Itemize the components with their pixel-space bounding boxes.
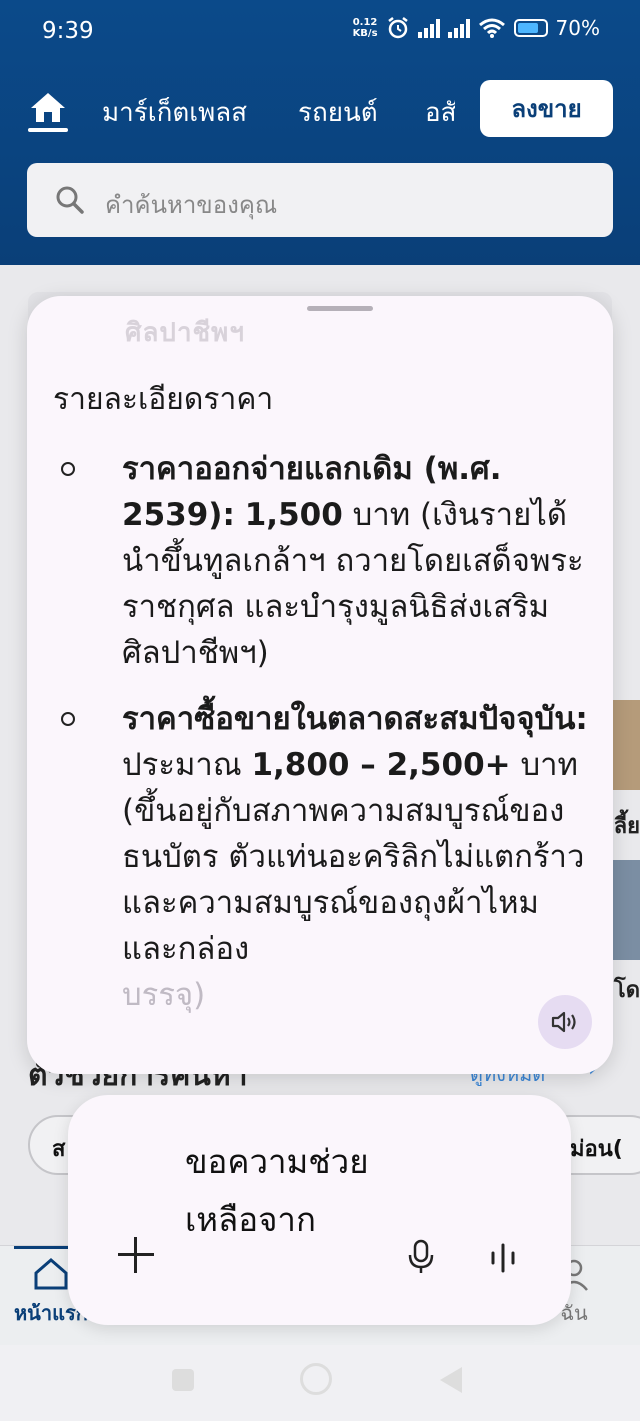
price-item: ราคาออกจ่ายแลกเดิม (พ.ศ. 2539): 1,500 บา… [122, 451, 584, 671]
status-bar: 9:39 0.12 KB/s 70% [0, 0, 640, 64]
tab-property[interactable]: อสังหาฯ [425, 92, 455, 133]
listing-thumbnail-building[interactable] [612, 860, 640, 960]
tab-home[interactable] [28, 90, 68, 132]
net-speed: 0.12 KB/s [352, 17, 378, 39]
back-button[interactable] [440, 1367, 462, 1393]
home-outline-icon [34, 1258, 68, 1290]
tab-cars[interactable]: รถยนต์ [298, 92, 378, 133]
add-attachment-button[interactable] [116, 1235, 156, 1275]
home-icon [31, 93, 65, 122]
signal-2-icon [447, 18, 470, 38]
search-icon [56, 186, 84, 214]
app-header: 9:39 0.12 KB/s 70% มาร์เก็ตเพลส รถยนต์ อ… [0, 0, 640, 265]
battery-icon [513, 19, 548, 37]
recents-button[interactable] [172, 1369, 194, 1391]
read-aloud-button[interactable] [538, 995, 592, 1049]
listing-title-peek: ลี้ย [613, 814, 640, 839]
battery-percent: 70% [555, 16, 600, 40]
listing-title-peek-2: โด [613, 978, 640, 1003]
status-time: 9:39 [42, 18, 94, 44]
drag-handle[interactable] [307, 306, 373, 311]
status-icons: 0.12 KB/s 70% [353, 16, 600, 40]
nav-tabs: มาร์เก็ตเพลส รถยนต์ อสังหาฯ [100, 80, 455, 140]
assistant-input-bar[interactable]: ขอความช่วยเหลือจาก [68, 1095, 571, 1325]
listing-thumbnail-cat[interactable] [612, 700, 640, 790]
prompt-input[interactable]: ขอความช่วยเหลือจาก [185, 1133, 385, 1249]
system-nav-bar [0, 1345, 640, 1421]
wifi-icon [478, 18, 505, 38]
tab-home-indicator [28, 128, 68, 132]
price-item: ราคาซื้อขายในตลาดสะสมปัจจุบัน: ประมาณ 1,… [122, 701, 588, 1013]
bullet-icon [61, 462, 75, 476]
speaker-icon [551, 1011, 576, 1033]
voice-mode-icon[interactable] [486, 1241, 520, 1275]
microphone-icon[interactable] [406, 1239, 436, 1275]
alarm-icon [387, 17, 408, 39]
search-placeholder: คำค้นหาของคุณ [105, 191, 278, 219]
tab-marketplace[interactable]: มาร์เก็ตเพลส [102, 92, 247, 133]
assistant-response-sheet[interactable]: ศิลปาชีพฯ รายละเอียดราคา ราคาออกจ่ายแลกเ… [27, 296, 613, 1074]
search-input[interactable]: คำค้นหาของคุณ [27, 163, 613, 237]
signal-1-icon [417, 18, 440, 38]
scrolled-text: ศิลปาชีพฯ [125, 318, 245, 348]
home-system-button[interactable] [300, 1363, 332, 1395]
bullet-icon [61, 712, 75, 726]
sheet-title: รายละเอียดราคา [53, 382, 274, 417]
top-nav: มาร์เก็ตเพลส รถยนต์ อสังหาฯ ลงขาย [0, 80, 640, 140]
sell-button[interactable]: ลงขาย [480, 80, 613, 137]
